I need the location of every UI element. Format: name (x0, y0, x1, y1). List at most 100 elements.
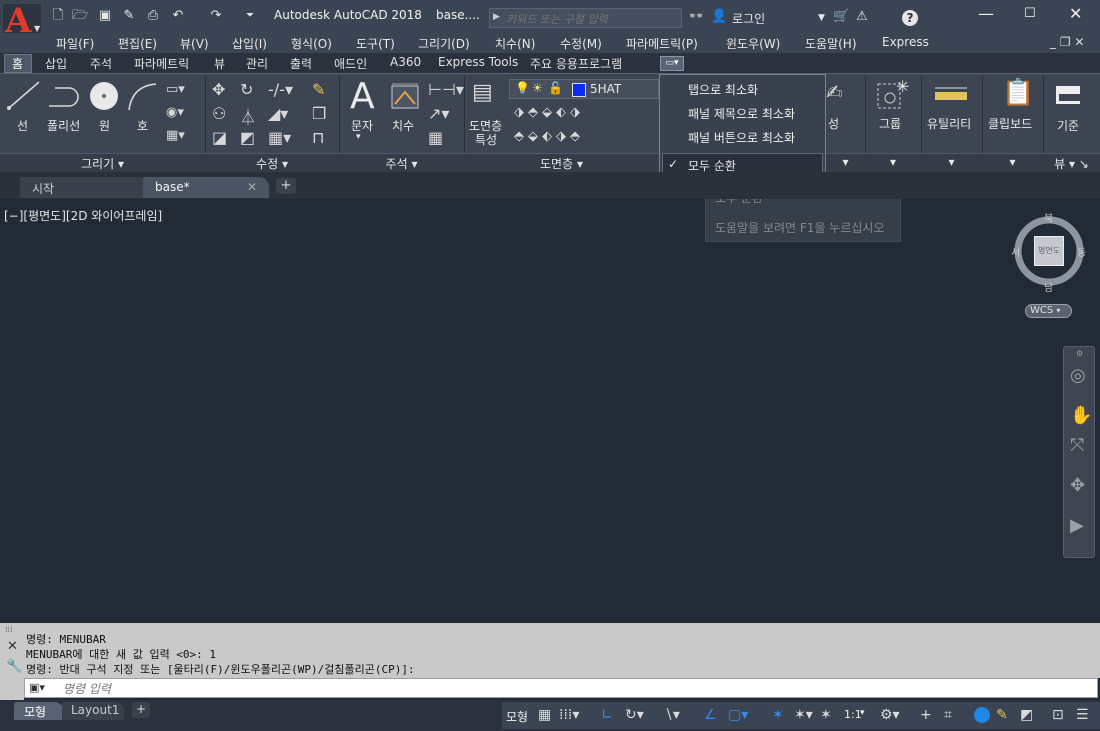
steering-wheel-icon[interactable]: ◎ (1070, 365, 1086, 386)
panel-modify-title[interactable]: 수정 ▾ (205, 153, 339, 172)
offset-icon[interactable]: ⊓ (312, 128, 324, 147)
menu-tools[interactable]: 도구(T) (356, 35, 395, 52)
cart-icon[interactable]: 🛒 (833, 9, 849, 24)
block-icon[interactable]: ✍ (826, 80, 843, 104)
copy-icon[interactable]: ⚇ (212, 104, 226, 123)
layer-tools-row-1[interactable]: ⬗⬘⬙⬖⬗ (514, 105, 584, 120)
base-view-icon[interactable] (1056, 86, 1080, 104)
group-icon[interactable]: ✳ (876, 78, 910, 112)
binoculars-icon[interactable]: 👓 (688, 9, 704, 24)
annotation-scale-icon[interactable]: ✶ (820, 707, 832, 723)
scale-icon[interactable]: ◩ (240, 128, 255, 147)
model-space-button[interactable]: 모형 (506, 708, 528, 725)
line-icon[interactable] (6, 78, 42, 112)
menu-item-minimize-to-panel-buttons[interactable]: 패널 버튼으로 최소화 (688, 129, 795, 146)
move-icon[interactable]: ✥ (212, 80, 225, 99)
tab-featured-apps[interactable]: 주요 응용프로그램 (530, 55, 622, 72)
grid-icon[interactable]: ▦ (538, 707, 551, 723)
measure-icon[interactable] (934, 84, 968, 106)
pan-icon[interactable]: ✋ (1070, 405, 1092, 426)
erase-icon[interactable]: ✎ (312, 80, 325, 99)
panel-layers-title[interactable]: 도면층 ▾ (464, 153, 659, 172)
table-icon[interactable]: ▦ (428, 128, 443, 147)
command-input-box[interactable]: ▣▾ (24, 678, 1098, 698)
close-tab-icon[interactable]: ✕ (247, 180, 257, 194)
hardware-acceleration-icon[interactable]: ✎ (996, 707, 1008, 723)
circle-icon[interactable] (88, 80, 120, 112)
layout1-tab[interactable]: Layout1 (62, 702, 124, 720)
model-layout-tab[interactable]: 모형 (14, 702, 64, 720)
chevron-down-icon[interactable]: ▾ (356, 132, 361, 142)
tab-home-label[interactable]: 홈 (12, 55, 23, 72)
close-icon[interactable]: ✕ (7, 639, 18, 654)
array-icon[interactable]: ▦▾ (268, 128, 291, 147)
dimension-icon[interactable] (389, 80, 421, 112)
isodraft-icon[interactable]: ∖▾ (664, 707, 680, 723)
layer-tools-row-2[interactable]: ⬘⬙⬖⬗⬘ (514, 129, 584, 144)
new-tab-button[interactable]: + (276, 178, 296, 194)
workspace-gear-icon[interactable]: ⚙▾ (880, 707, 900, 723)
menu-item-minimize-to-panel-titles[interactable]: 패널 제목으로 최소화 (688, 105, 795, 122)
group-label[interactable]: 그룹 (879, 115, 901, 132)
menu-modify[interactable]: 수정(M) (560, 35, 602, 52)
polar-icon[interactable]: ↻▾ (625, 707, 644, 723)
login-link[interactable]: 로그인 (732, 10, 765, 27)
tab-manage[interactable]: 관리 (246, 55, 268, 72)
file-tab-base-label[interactable]: base* (155, 180, 190, 194)
fullscreen-icon[interactable]: ⊡ (1052, 707, 1064, 723)
customize-quick-access-icon[interactable]: ⏷ (242, 9, 258, 23)
save-as-icon[interactable]: ✎ (121, 9, 137, 23)
file-tab-start-label[interactable]: 시작 (32, 180, 54, 197)
menu-express[interactable]: Express (882, 35, 929, 49)
expand-icon[interactable]: ▶ (493, 12, 500, 22)
new-layout-button[interactable]: + (132, 702, 150, 718)
arc-label[interactable]: 호 (137, 117, 148, 134)
mirror-icon[interactable]: ⏃ (240, 104, 256, 128)
plus-icon[interactable]: + (920, 707, 932, 723)
leader-icon[interactable]: ↗▾ (428, 104, 449, 123)
file-tab-start[interactable]: 시작 (20, 177, 148, 198)
customization-menu-icon[interactable]: ☰ (1076, 707, 1089, 723)
trim-icon[interactable]: -/-▾ (268, 80, 293, 99)
tab-parametric[interactable]: 파라메트릭 (134, 55, 189, 72)
minimize-icon[interactable]: — (978, 4, 994, 23)
compass-south[interactable]: 남 (1044, 279, 1053, 294)
print-icon[interactable]: ⎙ (145, 9, 161, 23)
menu-format[interactable]: 형식(O) (291, 35, 332, 52)
maximize-icon[interactable]: ☐ (1024, 6, 1036, 21)
tab-a360[interactable]: A360 (390, 55, 421, 69)
tab-express-tools[interactable]: Express Tools (438, 55, 518, 69)
linear-dim-icon[interactable]: ⊢⊣▾ (428, 80, 464, 99)
file-tab-base[interactable]: base* ✕ (143, 177, 269, 198)
panel-view-title[interactable]: 뷰 ▾ ↘ (1043, 153, 1100, 172)
base-label[interactable]: 기준 (1057, 117, 1079, 134)
tab-output[interactable]: 출력 (290, 55, 312, 72)
user-icon[interactable]: 👤 (711, 9, 727, 24)
compass-east[interactable]: 동 (1077, 244, 1086, 259)
ribbon-minimize-button[interactable]: ▭▾ (660, 56, 684, 71)
model-tab-label[interactable]: 모형 (24, 703, 46, 720)
command-prompt-icon[interactable]: ▣▾ (29, 681, 45, 694)
menu-parametric[interactable]: 파라메트릭(P) (626, 35, 698, 52)
auto-scale-icon[interactable]: ✶▾ (794, 707, 813, 723)
doc-window-controls[interactable]: _ ❐ ✕ (1050, 35, 1084, 49)
orbit-icon[interactable]: ✥ (1070, 475, 1085, 496)
stretch-icon[interactable]: ◪ (212, 128, 227, 147)
chevron-down-icon[interactable]: ▼ (818, 13, 825, 23)
search-box[interactable]: ▶ (489, 8, 682, 28)
viewcube-face[interactable]: 평면도 (1034, 236, 1064, 266)
exchange-icon[interactable]: ⚠ (856, 9, 868, 24)
layer-dropdown[interactable]: 💡 ☀ 🔓 5HAT (509, 79, 659, 99)
clean-screen-graph-icon[interactable]: ◩ (1020, 707, 1033, 723)
viewport-controls-label[interactable]: [−][평면도][2D 와이어프레임] (4, 207, 162, 224)
grip-icon[interactable]: ⁞⁞⁞ (5, 625, 13, 634)
menu-insert[interactable]: 삽입(I) (232, 35, 267, 52)
object-snap-tracking-icon[interactable]: ∠ (704, 707, 717, 723)
layer-properties-icon[interactable]: ▤ (472, 80, 493, 105)
menu-window[interactable]: 윈도우(W) (726, 35, 780, 52)
panel-annotation-title[interactable]: 주석 ▾ (339, 153, 464, 172)
tab-addins[interactable]: 애드인 (334, 55, 367, 72)
compass-west[interactable]: 서 (1011, 244, 1020, 259)
arc-icon[interactable] (126, 80, 158, 112)
menu-item-minimize-to-tabs[interactable]: 탭으로 최소화 (688, 81, 758, 98)
